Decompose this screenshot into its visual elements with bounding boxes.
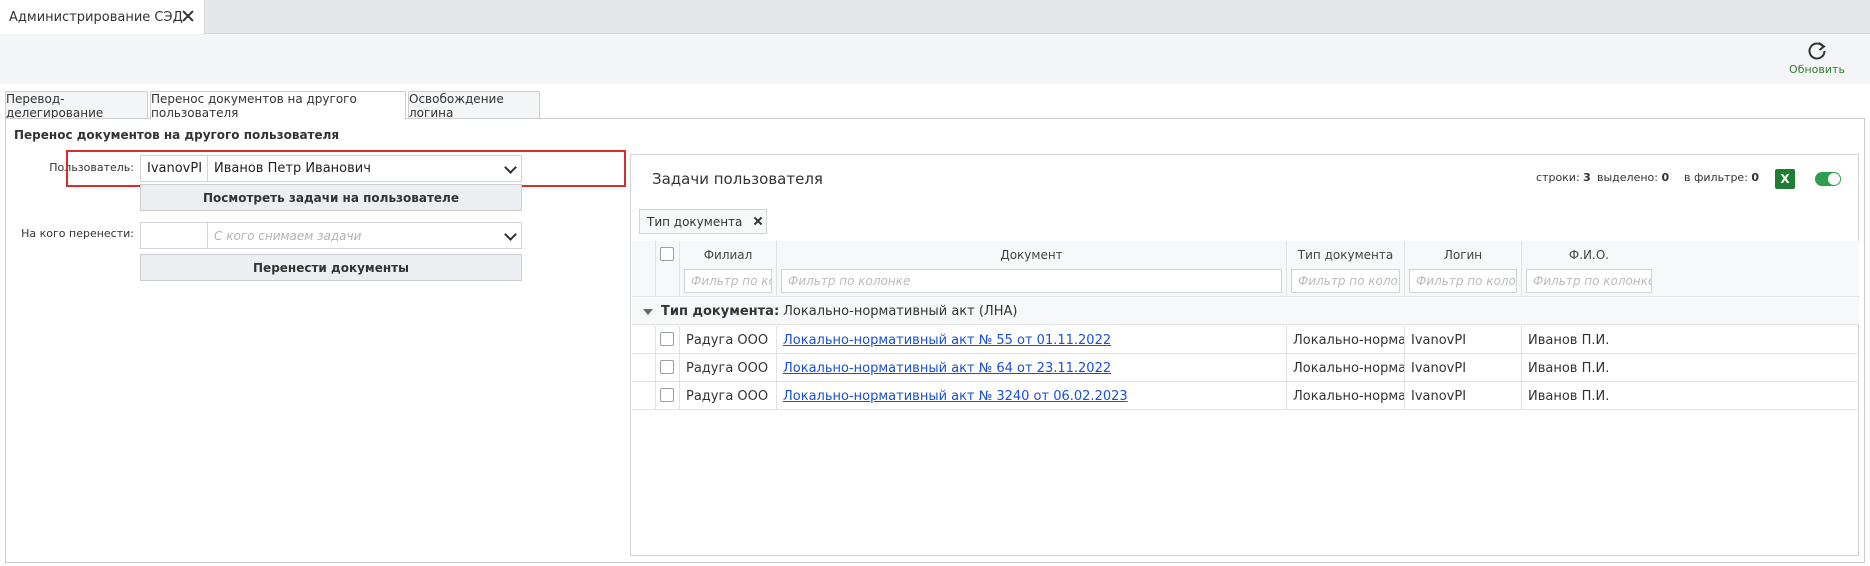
selected-label: выделено: bbox=[1597, 171, 1658, 184]
group-chip-label: Тип документа bbox=[647, 214, 743, 229]
section-title: Перенос документов на другого пользовате… bbox=[14, 128, 340, 142]
document-link[interactable]: Локально-нормативный акт № 55 от 01.11.2… bbox=[783, 333, 1111, 348]
refresh-label: Обновить bbox=[1789, 63, 1845, 76]
document-link[interactable]: Локально-нормативный акт № 64 от 23.11.2… bbox=[783, 361, 1111, 376]
tab-label: Освобождение логина bbox=[409, 91, 504, 120]
cell-doc-type: Локально-нормат... bbox=[1287, 354, 1405, 382]
table-row[interactable]: Радуга ООО Локально-нормативный акт № 55… bbox=[632, 326, 1859, 354]
cell-login: IvanovPI bbox=[1405, 354, 1522, 382]
row-spacer bbox=[632, 354, 656, 382]
row-checkbox[interactable] bbox=[660, 332, 674, 346]
column-title: Филиал bbox=[703, 248, 753, 262]
filter-label: в фильтре: bbox=[1684, 171, 1748, 184]
select-all-checkbox[interactable] bbox=[660, 247, 674, 261]
remove-group-icon[interactable] bbox=[752, 215, 764, 227]
refresh-button[interactable]: Обновить bbox=[1786, 40, 1848, 80]
row-select-cell bbox=[656, 382, 680, 410]
tab-transfer-documents[interactable]: Перенос документов на другого пользовате… bbox=[150, 91, 406, 120]
cell-branch: Радуга ООО bbox=[680, 326, 777, 354]
cell-fio: Иванов П.И. bbox=[1528, 360, 1610, 376]
column-header-branch[interactable]: Филиал Фильтр по ко... bbox=[680, 241, 777, 297]
column-filter-input[interactable]: Фильтр по колонке bbox=[781, 269, 1282, 293]
cell-document: Локально-нормативный акт № 64 от 23.11.2… bbox=[777, 354, 1287, 382]
cell-doc-type: Локально-нормат... bbox=[1287, 382, 1405, 410]
window-tab-title: Администрирование СЭД bbox=[9, 9, 183, 25]
window-tab[interactable]: Администрирование СЭД bbox=[0, 0, 205, 34]
refresh-icon bbox=[1808, 42, 1826, 60]
target-label: На кого перенести: bbox=[21, 227, 134, 240]
cell-login: IvanovPI bbox=[1405, 382, 1522, 410]
table-row[interactable]: Радуга ООО Локально-нормативный акт № 64… bbox=[632, 354, 1859, 382]
selected-stat: выделено: 0 bbox=[1597, 171, 1669, 184]
column-title: Документ bbox=[1000, 248, 1063, 262]
row-checkbox[interactable] bbox=[660, 360, 674, 374]
target-login-field[interactable] bbox=[140, 222, 208, 249]
column-header-doc-type[interactable]: Тип документа Фильтр по коло... bbox=[1287, 241, 1405, 297]
cell-doc-type: Локально-нормат... bbox=[1287, 326, 1405, 354]
chevron-down-icon[interactable] bbox=[505, 163, 515, 173]
transfer-documents-button[interactable]: Перенести документы bbox=[140, 254, 522, 281]
column-title: Логин bbox=[1443, 248, 1483, 262]
row-checkbox[interactable] bbox=[660, 388, 674, 402]
user-login-field[interactable]: IvanovPI bbox=[140, 155, 208, 182]
column-filter-input[interactable]: Фильтр по коло... bbox=[1291, 269, 1400, 293]
selected-count: 0 bbox=[1661, 171, 1670, 184]
excel-export-icon[interactable]: X bbox=[1775, 169, 1795, 189]
row-spacer bbox=[632, 326, 656, 354]
filter-count: 0 bbox=[1751, 171, 1760, 184]
cell-fio: Иванов П.И. bbox=[1528, 388, 1610, 404]
select-all-header bbox=[656, 241, 680, 297]
document-link[interactable]: Локально-нормативный акт № 3240 от 06.02… bbox=[783, 389, 1128, 404]
column-title: Ф.И.О. bbox=[1568, 248, 1610, 262]
toolbar: Обновить bbox=[0, 34, 1870, 84]
cell-fio: Иванов П.И. bbox=[1528, 332, 1610, 348]
tab-delegation[interactable]: Перевод-делегирование bbox=[5, 91, 148, 120]
target-user-select[interactable]: С кого снимаем задачи bbox=[207, 222, 522, 249]
column-header-document[interactable]: Документ Фильтр по колонке bbox=[777, 241, 1287, 297]
view-tasks-button[interactable]: Посмотреть задачи на пользователе bbox=[140, 184, 522, 211]
cell-branch: Радуга ООО bbox=[680, 382, 777, 410]
cell-branch: Радуга ООО bbox=[680, 354, 777, 382]
user-name-select[interactable]: Иванов Петр Иванович bbox=[207, 155, 522, 182]
column-filter-input[interactable]: Фильтр по ко... bbox=[684, 269, 772, 293]
rows-stat: строки: 3 bbox=[1536, 171, 1591, 184]
group-label: Тип документа: bbox=[661, 303, 780, 319]
row-spacer bbox=[632, 382, 656, 410]
column-header-fio[interactable]: Ф.И.О. Фильтр по колонке bbox=[1522, 241, 1859, 297]
row-select-cell bbox=[656, 326, 680, 354]
table-row[interactable]: Радуга ООО Локально-нормативный акт № 32… bbox=[632, 382, 1859, 410]
column-header-login[interactable]: Логин Фильтр по коло... bbox=[1405, 241, 1522, 297]
user-name-value: Иванов Петр Иванович bbox=[214, 161, 371, 176]
column-title: Тип документа bbox=[1297, 248, 1394, 262]
close-icon[interactable] bbox=[180, 8, 196, 24]
chevron-down-icon[interactable] bbox=[505, 230, 515, 240]
cell-document: Локально-нормативный акт № 3240 от 06.02… bbox=[777, 382, 1287, 410]
user-login-value: IvanovPI bbox=[147, 161, 203, 176]
tab-label: Перенос документов на другого пользовате… bbox=[151, 92, 357, 120]
panel-title: Задачи пользователя bbox=[652, 170, 823, 188]
column-filter-input[interactable]: Фильтр по коло... bbox=[1409, 269, 1517, 293]
window-tab-bar: Администрирование СЭД bbox=[0, 0, 1870, 34]
group-by-chip[interactable]: Тип документа bbox=[639, 209, 767, 234]
column-filter-input[interactable]: Фильтр по колонке bbox=[1526, 269, 1652, 293]
rows-count: 3 bbox=[1583, 171, 1591, 184]
target-placeholder: С кого снимаем задачи bbox=[214, 228, 362, 243]
tab-label: Перевод-делегирование bbox=[6, 91, 104, 120]
collapse-triangle-icon[interactable] bbox=[643, 309, 653, 315]
cell-document: Локально-нормативный акт № 55 от 01.11.2… bbox=[777, 326, 1287, 354]
group-row[interactable]: Тип документа: Локально-нормативный акт … bbox=[632, 298, 1859, 325]
view-toggle[interactable] bbox=[1815, 172, 1841, 186]
rows-label: строки: bbox=[1536, 171, 1580, 184]
row-select-cell bbox=[656, 354, 680, 382]
group-value: Локально-нормативный акт (ЛНА) bbox=[783, 303, 1018, 319]
filter-stat: в фильтре: 0 bbox=[1684, 171, 1759, 184]
tab-free-login[interactable]: Освобождение логина bbox=[408, 91, 540, 120]
group-column-header bbox=[632, 241, 656, 297]
cell-login: IvanovPI bbox=[1405, 326, 1522, 354]
